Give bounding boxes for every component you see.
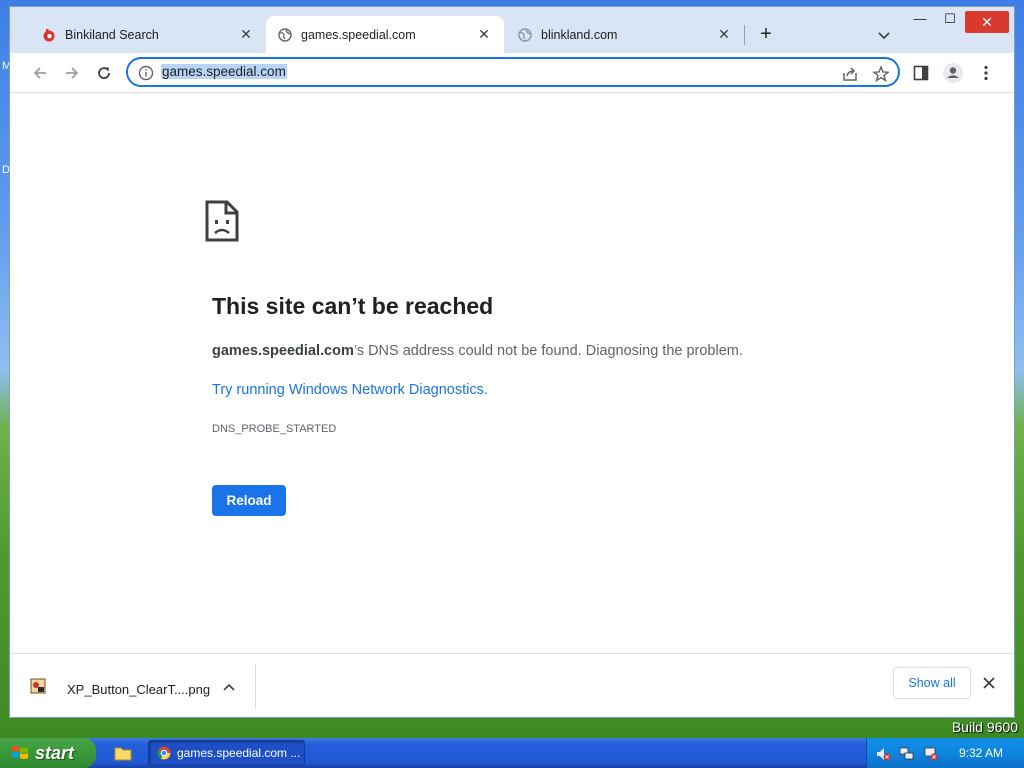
error-description-text: ’s DNS address could not be found. Diagn… — [353, 343, 743, 359]
tab-close-icon[interactable]: ✕ — [476, 26, 492, 43]
chevron-down-icon[interactable] — [876, 27, 892, 43]
folder-icon[interactable] — [114, 745, 132, 761]
network-disconnected-icon[interactable] — [923, 746, 939, 762]
tab-games-speedial[interactable]: games.speedial.com ✕ — [266, 16, 504, 53]
chevron-up-icon[interactable] — [221, 680, 237, 696]
chrome-icon — [157, 746, 171, 760]
address-text[interactable]: games.speedial.com — [161, 64, 287, 79]
star-icon[interactable] — [872, 65, 890, 83]
info-icon[interactable] — [138, 65, 154, 81]
tab-blinkland[interactable]: blinkland.com ✕ — [506, 16, 744, 53]
side-panel-icon[interactable] — [912, 64, 930, 82]
reload-button[interactable]: Reload — [212, 485, 286, 516]
volume-muted-icon[interactable] — [875, 746, 891, 762]
network-diagnostics-link[interactable]: Try running Windows Network Diagnostics. — [212, 382, 488, 398]
kebab-menu-icon[interactable] — [977, 64, 995, 82]
tab-title: games.speedial.com — [301, 27, 416, 42]
close-window-button[interactable]: ✕ — [965, 11, 1009, 33]
forward-button[interactable] — [60, 61, 84, 85]
tab-title: Binkiland Search — [65, 27, 159, 42]
build-watermark: Build 9600 — [951, 719, 1018, 735]
globe-icon — [278, 27, 292, 42]
tab-binkiland-search[interactable]: Binkiland Search ✕ — [30, 16, 266, 53]
show-all-button[interactable]: Show all — [893, 667, 971, 699]
tab-separator — [744, 25, 745, 45]
close-icon[interactable] — [980, 674, 998, 692]
download-shelf: XP_Button_ClearT....png Show all — [10, 653, 1014, 717]
taskbar: start games.speedial.com ... 9:32 AM — [0, 738, 1024, 768]
binkiland-favicon-icon — [43, 28, 55, 41]
page-content: This site can’t be reached games.speedia… — [10, 93, 1014, 653]
address-bar[interactable]: games.speedial.com — [126, 57, 900, 87]
share-icon[interactable] — [841, 65, 859, 83]
download-separator — [255, 664, 256, 708]
reload-icon — [98, 67, 110, 79]
start-button[interactable]: start — [0, 738, 96, 768]
clock: 9:32 AM — [959, 746, 1004, 760]
tab-strip: Binkiland Search ✕ games.speedial.com ✕ … — [10, 7, 1014, 53]
forward-arrow-icon — [66, 67, 79, 79]
taskbar-item-chrome[interactable]: games.speedial.com ... — [148, 740, 305, 766]
taskbar-item-label: games.speedial.com ... — [177, 746, 301, 760]
browser-toolbar: games.speedial.com — [10, 53, 1014, 93]
error-host: games.speedial.com — [212, 343, 354, 359]
error-code: DNS_PROBE_STARTED — [212, 423, 337, 435]
tab-close-icon[interactable]: ✕ — [716, 26, 732, 43]
sad-document-icon — [205, 200, 239, 242]
reload-toolbar-button[interactable] — [92, 61, 116, 85]
minimize-button[interactable]: — — [906, 11, 934, 33]
system-tray: 9:32 AM — [866, 738, 1024, 768]
download-item[interactable]: XP_Button_ClearT....png — [67, 682, 210, 697]
globe-icon — [518, 27, 532, 42]
new-tab-button[interactable]: + — [754, 23, 778, 47]
profile-icon[interactable] — [942, 62, 964, 84]
browser-window: Binkiland Search ✕ games.speedial.com ✕ … — [9, 6, 1015, 718]
back-button[interactable] — [28, 61, 52, 85]
maximize-button[interactable]: ☐ — [936, 11, 964, 33]
windows-flag-icon — [12, 746, 28, 759]
error-description: games.speedial.com’s DNS address could n… — [212, 343, 743, 359]
start-label: start — [35, 742, 75, 763]
image-file-icon — [30, 678, 46, 694]
error-title: This site can’t be reached — [212, 293, 494, 319]
tab-title: blinkland.com — [541, 27, 618, 42]
network-icon[interactable] — [899, 746, 915, 762]
tab-close-icon[interactable]: ✕ — [238, 26, 254, 43]
back-arrow-icon — [33, 67, 46, 79]
